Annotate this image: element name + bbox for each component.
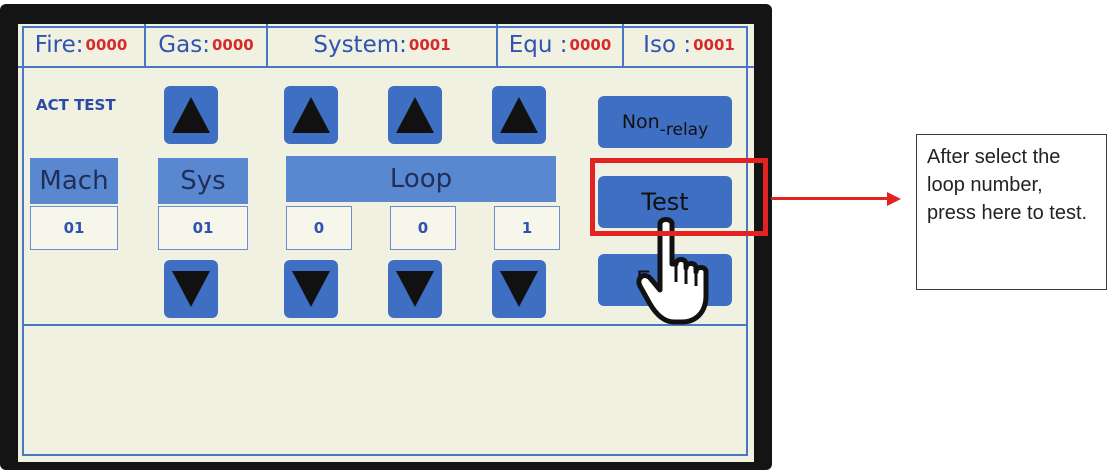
callout-arrow	[771, 197, 889, 200]
loop-digit1-up-button[interactable]	[284, 86, 338, 144]
non-relay-button[interactable]: Non -relay	[598, 96, 732, 148]
arrow-right-icon	[887, 192, 901, 206]
status-fire-value: 0000	[85, 36, 128, 54]
loop-digit3-down-button[interactable]	[492, 260, 546, 318]
sys-header: Sys	[158, 158, 248, 204]
arrow-down-icon	[396, 271, 434, 307]
status-iso-value: 0001	[693, 36, 735, 54]
status-gas-label: Gas:	[158, 32, 210, 58]
mach-value[interactable]: 01	[30, 206, 118, 250]
sys-value[interactable]: 01	[158, 206, 248, 250]
status-system-value: 0001	[408, 36, 451, 54]
loop-digit3-up-button[interactable]	[492, 86, 546, 144]
loop-digit-2[interactable]: 0	[390, 206, 456, 250]
mach-header: Mach	[30, 158, 118, 204]
loop-digit1-down-button[interactable]	[284, 260, 338, 318]
arrow-up-icon	[500, 97, 538, 133]
arrow-up-icon	[396, 97, 434, 133]
test-button-highlight	[590, 158, 768, 236]
arrow-up-icon	[172, 97, 210, 133]
non-relay-sub-label: -relay	[659, 120, 709, 140]
mode-label: ACT TEST	[36, 96, 116, 114]
status-fire-label: Fire:	[34, 32, 84, 58]
status-system: System: 0001	[268, 24, 498, 66]
status-iso: Iso : 0001	[624, 24, 754, 66]
sys-down-button[interactable]	[164, 260, 218, 318]
non-relay-label: Non	[621, 111, 660, 133]
loop-header: Loop	[286, 156, 556, 202]
instruction-callout: After select the loop number, press here…	[916, 134, 1107, 290]
status-gas-value: 0000	[211, 36, 254, 54]
status-bar: Fire: 0000 Gas: 0000 System: 0001 Equ : …	[18, 24, 754, 68]
loop-digit2-up-button[interactable]	[388, 86, 442, 144]
arrow-down-icon	[500, 271, 538, 307]
status-equ-label: Equ :	[508, 32, 568, 58]
arrow-down-icon	[172, 271, 210, 307]
arrow-up-icon	[292, 97, 330, 133]
status-gas: Gas: 0000	[146, 24, 268, 66]
status-system-label: System:	[313, 32, 407, 58]
status-iso-label: Iso :	[643, 32, 692, 58]
arrow-down-icon	[292, 271, 330, 307]
sys-up-button[interactable]	[164, 86, 218, 144]
loop-digit-3[interactable]: 1	[494, 206, 560, 250]
loop-digit-1[interactable]: 0	[286, 206, 352, 250]
status-fire: Fire: 0000	[18, 24, 146, 66]
loop-digit2-down-button[interactable]	[388, 260, 442, 318]
status-equ-value: 0000	[569, 36, 612, 54]
callout-text: After select the loop number, press here…	[927, 146, 1088, 224]
status-equ: Equ : 0000	[498, 24, 624, 66]
